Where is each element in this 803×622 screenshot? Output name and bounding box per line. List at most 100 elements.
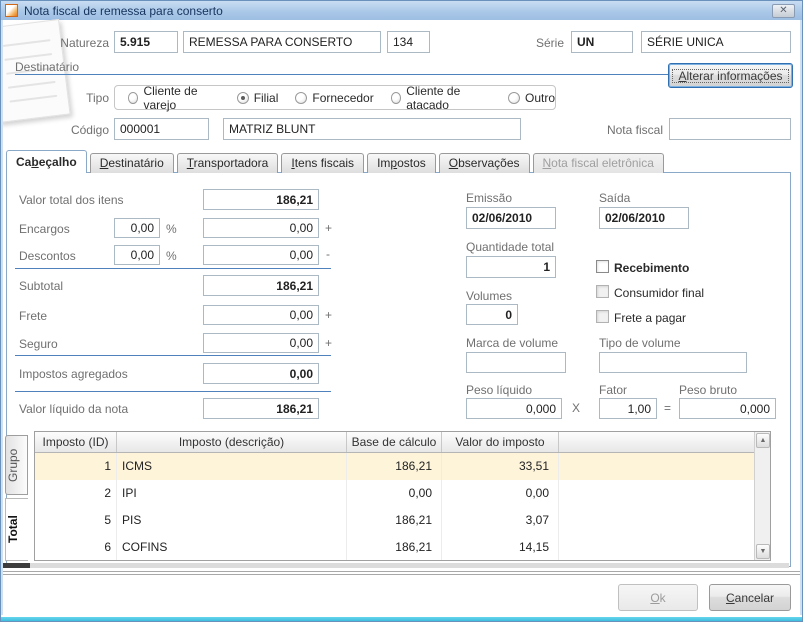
radio-outro[interactable]: Outro [507, 91, 555, 105]
consumidor-final-checkbox[interactable] [596, 285, 609, 298]
totals-divider [15, 355, 331, 356]
marca-de-volume-label: Marca de volume [466, 336, 559, 350]
peso-liquido-label: Peso líquido [466, 383, 533, 397]
quantidade-total-field[interactable] [466, 256, 556, 278]
table-row[interactable]: 6 COFINS 186,21 14,15 [35, 534, 770, 560]
recebimento-label: Recebimento [614, 261, 690, 275]
codigo-field[interactable] [114, 118, 209, 140]
minus-sign: - [326, 247, 330, 261]
codigo-label: Código [70, 123, 109, 137]
saida-label: Saída [599, 191, 631, 205]
natureza-label: Natureza [60, 36, 109, 50]
encargos-label: Encargos [19, 222, 70, 236]
table-row[interactable]: 2 IPI 0,00 0,00 [35, 480, 770, 507]
table-row[interactable]: 1 ICMS 186,21 33,51 [35, 453, 770, 480]
tab-nota-fiscal-eletronica: Nota fiscal eletrônica [532, 153, 664, 173]
marca-de-volume-field[interactable] [466, 352, 566, 373]
scroll-down-icon[interactable]: ▼ [756, 544, 770, 559]
alterar-informacoes-button[interactable]: Alterar informações [668, 63, 793, 88]
volumes-field[interactable] [466, 304, 518, 325]
tax-table: Imposto (ID) Imposto (descrição) Base de… [34, 431, 771, 561]
valor-total-field[interactable] [203, 189, 319, 210]
scroll-up-icon[interactable]: ▲ [756, 433, 770, 448]
nota-fiscal-window: Nota fiscal de remessa para conserto ✕ N… [0, 0, 803, 622]
col-header-imposto-descricao[interactable]: Imposto (descrição) [117, 432, 347, 452]
vertical-scrollbar[interactable]: ▲ ▼ [754, 432, 770, 560]
percent-sign: % [166, 249, 177, 263]
frete-a-pagar-checkbox[interactable] [596, 310, 609, 323]
plus-sign: + [325, 336, 333, 350]
codigo-desc-field[interactable] [223, 118, 521, 140]
serie-desc-field[interactable] [641, 31, 791, 53]
natureza-desc-field[interactable] [183, 31, 381, 53]
tab-impostos[interactable]: Impostos [367, 153, 436, 173]
peso-liquido-field[interactable] [466, 398, 562, 419]
radio-fornecedor[interactable]: Fornecedor [295, 91, 374, 105]
natureza-num-field[interactable] [387, 31, 430, 53]
tipo-de-volume-field[interactable] [599, 352, 747, 373]
title-bar: Nota fiscal de remessa para conserto ✕ [1, 1, 802, 20]
descontos-pct-field[interactable] [114, 245, 160, 265]
peso-bruto-label: Peso bruto [679, 383, 738, 397]
horizontal-scrollbar-thumb[interactable] [3, 563, 30, 568]
serie-code-field[interactable] [571, 31, 633, 53]
tab-observacoes[interactable]: Observações [438, 153, 530, 173]
frete-label: Frete [19, 309, 48, 323]
side-tab-grupo[interactable]: Grupo [5, 435, 28, 495]
side-tab-total[interactable]: Total [5, 498, 28, 561]
table-row[interactable]: 5 PIS 186,21 3,07 [35, 507, 770, 534]
totals-divider [15, 268, 331, 269]
ok-button[interactable]: Ok [618, 584, 698, 611]
col-header-imposto-id[interactable]: Imposto (ID) [35, 432, 117, 452]
col-header-valor-imposto[interactable]: Valor do imposto [442, 432, 559, 452]
radio-icon [236, 91, 249, 104]
tax-table-header: Imposto (ID) Imposto (descrição) Base de… [35, 432, 770, 453]
seguro-field[interactable] [203, 333, 319, 353]
saida-field[interactable] [599, 207, 689, 229]
valor-liquido-label: Valor líquido da nota [19, 402, 129, 416]
fator-field[interactable] [599, 398, 657, 419]
natureza-code-field[interactable] [114, 31, 178, 53]
fator-label: Fator [599, 383, 628, 397]
cancelar-button[interactable]: Cancelar [709, 584, 791, 611]
tipo-label: Tipo [86, 91, 109, 105]
seguro-label: Seguro [19, 337, 58, 351]
nota-fiscal-field[interactable] [669, 118, 791, 140]
serie-label: Série [535, 36, 564, 50]
encargos-val-field[interactable] [203, 218, 319, 238]
col-header-base-calculo[interactable]: Base de cálculo [347, 432, 442, 452]
descontos-label: Descontos [19, 249, 76, 263]
footer-bar: P Ok Cancelar [1, 575, 802, 617]
tab-bar: Cabeçalho Destinatário Transportadora It… [6, 150, 667, 173]
recebimento-checkbox[interactable] [596, 260, 609, 273]
emissao-field[interactable] [466, 207, 556, 229]
tab-transportadora[interactable]: Transportadora [176, 153, 279, 173]
window-left-edge [1, 20, 3, 615]
valor-liquido-field[interactable] [203, 398, 319, 419]
horizontal-scrollbar[interactable] [3, 563, 789, 568]
frete-a-pagar-label: Frete a pagar [614, 311, 687, 325]
totals-divider [15, 391, 331, 392]
descontos-val-field[interactable] [203, 245, 319, 265]
radio-cliente-de-varejo[interactable]: Cliente de varejo [128, 84, 220, 112]
percent-sign: % [166, 222, 177, 236]
subtotal-label: Subtotal [19, 279, 64, 293]
frete-field[interactable] [203, 305, 319, 325]
consumidor-final-label: Consumidor final [614, 286, 705, 300]
tab-cabecalho[interactable]: Cabeçalho [6, 150, 87, 173]
radio-icon [295, 91, 308, 104]
peso-bruto-field[interactable] [679, 398, 776, 419]
radio-cliente-de-atacado[interactable]: Cliente de atacado [390, 84, 491, 112]
radio-icon [128, 91, 139, 104]
tab-itens-fiscais[interactable]: Itens fiscais [281, 153, 365, 173]
nota-fiscal-label: Nota fiscal [606, 123, 663, 137]
radio-icon [390, 91, 402, 104]
plus-sign: + [325, 308, 333, 322]
tab-destinatario[interactable]: Destinatário [89, 153, 174, 173]
impostos-agregados-field[interactable] [203, 363, 319, 384]
encargos-pct-field[interactable] [114, 218, 160, 238]
subtotal-field[interactable] [203, 275, 319, 296]
close-icon[interactable]: ✕ [772, 4, 795, 18]
radio-filial[interactable]: Filial [236, 91, 278, 105]
window-title: Nota fiscal de remessa para conserto [24, 4, 223, 18]
